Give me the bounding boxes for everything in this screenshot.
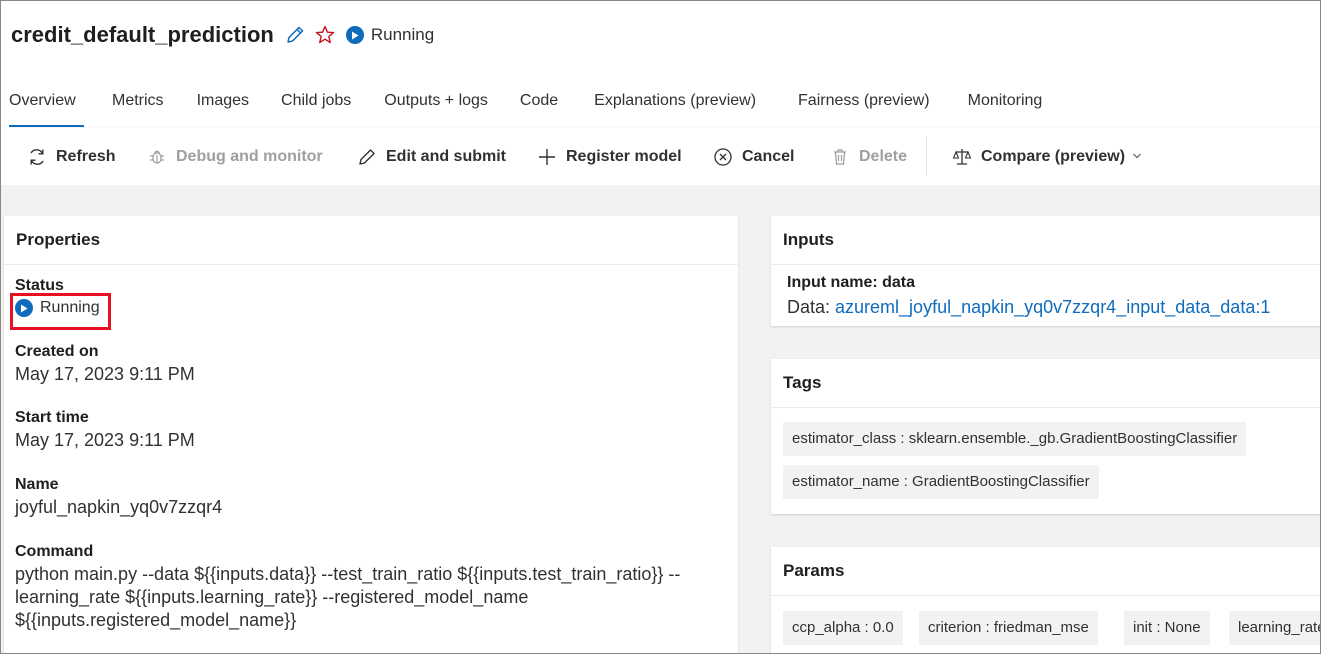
params-title: Params xyxy=(771,547,1320,596)
input-name: Input name: data xyxy=(787,274,916,291)
tab-explanations[interactable]: Explanations (preview) xyxy=(594,89,756,127)
pencil-icon xyxy=(357,147,377,167)
delete-label: Delete xyxy=(859,147,908,165)
edit-submit-label: Edit and submit xyxy=(386,147,506,165)
tab-code[interactable]: Code xyxy=(520,89,558,127)
compare-button[interactable]: Compare (preview) xyxy=(952,128,1142,185)
command-label: Command xyxy=(15,543,94,560)
refresh-button[interactable]: Refresh xyxy=(27,128,116,185)
tab-images[interactable]: Images xyxy=(197,89,249,127)
job-header: credit_default_prediction Running xyxy=(11,20,434,50)
plus-icon xyxy=(537,147,557,167)
compare-label: Compare (preview) xyxy=(981,147,1126,165)
debug-monitor-label: Debug and monitor xyxy=(176,147,323,165)
delete-button[interactable]: Delete xyxy=(830,128,907,185)
created-label: Created on xyxy=(15,343,99,360)
star-icon[interactable] xyxy=(314,24,336,46)
name-property: Name joyful_napkin_yq0v7zzqr4 xyxy=(15,474,222,519)
bug-icon xyxy=(147,147,167,167)
tag-chip: estimator_class : sklearn.ensemble._gb.G… xyxy=(783,422,1247,456)
refresh-label: Refresh xyxy=(56,147,116,165)
cancel-label: Cancel xyxy=(742,147,795,165)
command-bar: Refresh Debug and monitor Edit and submi… xyxy=(1,128,1320,185)
tags-card: Tags estimator_class : sklearn.ensemble.… xyxy=(771,359,1320,514)
param-chip: init : None xyxy=(1124,611,1210,645)
created-value: May 17, 2023 9:11 PM xyxy=(15,364,195,384)
job-overview-page: credit_default_prediction Running Overvi… xyxy=(0,0,1321,654)
input-data-row: Data: azureml_joyful_napkin_yq0v7zzqr4_i… xyxy=(787,297,1270,318)
properties-card: Properties Status Running Created on May… xyxy=(4,216,738,653)
input-data-prefix: Data: xyxy=(787,297,836,317)
name-label: Name xyxy=(15,476,59,493)
command-property: Command python main.py --data ${{inputs.… xyxy=(15,541,730,632)
running-icon xyxy=(345,26,364,44)
tab-fairness[interactable]: Fairness (preview) xyxy=(798,89,930,127)
register-model-label: Register model xyxy=(566,147,682,165)
status-highlight-box xyxy=(10,293,111,330)
tab-bar: Overview Metrics Images Child jobs Outpu… xyxy=(9,89,1042,127)
cancel-button[interactable]: Cancel xyxy=(713,128,794,185)
name-value: joyful_napkin_yq0v7zzqr4 xyxy=(15,497,223,517)
debug-monitor-button[interactable]: Debug and monitor xyxy=(147,128,323,185)
inputs-card: Inputs Input name: data Data: azureml_jo… xyxy=(771,216,1320,326)
toolbar-divider xyxy=(926,136,927,176)
start-time-label: Start time xyxy=(15,409,89,426)
start-time-value: May 17, 2023 9:11 PM xyxy=(15,430,195,450)
input-data-link[interactable]: azureml_joyful_napkin_yq0v7zzqr4_input_d… xyxy=(835,297,1270,317)
tags-title: Tags xyxy=(771,359,1320,408)
register-model-button[interactable]: Register model xyxy=(537,128,682,185)
created-property: Created on May 17, 2023 9:11 PM xyxy=(15,341,195,386)
command-line-1: python main.py --data ${{inputs.data}} -… xyxy=(15,564,681,584)
inputs-title: Inputs xyxy=(771,216,1320,265)
cancel-circle-icon xyxy=(713,147,733,167)
param-chip: ccp_alpha : 0.0 xyxy=(783,611,903,645)
tab-monitoring[interactable]: Monitoring xyxy=(968,89,1043,127)
scales-icon xyxy=(952,147,972,167)
tab-child-jobs[interactable]: Child jobs xyxy=(281,89,351,127)
job-status-text: Running xyxy=(370,25,435,44)
edit-submit-button[interactable]: Edit and submit xyxy=(357,128,506,185)
tab-metrics[interactable]: Metrics xyxy=(112,89,164,127)
properties-title: Properties xyxy=(4,216,738,265)
param-chip: learning_rate : 0.1 xyxy=(1229,611,1320,645)
command-line-2: learning_rate ${{inputs.learning_rate}} … xyxy=(15,587,529,607)
refresh-icon xyxy=(27,147,47,167)
pencil-icon[interactable] xyxy=(284,24,306,46)
job-title: credit_default_prediction xyxy=(11,22,274,47)
command-line-3: ${{inputs.registered_model_name}} xyxy=(15,610,297,630)
params-card: Params ccp_alpha : 0.0 criterion : fried… xyxy=(771,547,1320,653)
tag-chip: estimator_name : GradientBoostingClassif… xyxy=(783,465,1099,499)
tab-overview[interactable]: Overview xyxy=(9,89,84,127)
tab-outputs-logs[interactable]: Outputs + logs xyxy=(384,89,488,127)
chevron-down-icon xyxy=(1132,148,1142,166)
job-status-badge: Running xyxy=(345,25,435,45)
start-time-property: Start time May 17, 2023 9:11 PM xyxy=(15,407,195,452)
param-chip: criterion : friedman_mse xyxy=(919,611,1098,645)
trash-icon xyxy=(830,147,850,167)
